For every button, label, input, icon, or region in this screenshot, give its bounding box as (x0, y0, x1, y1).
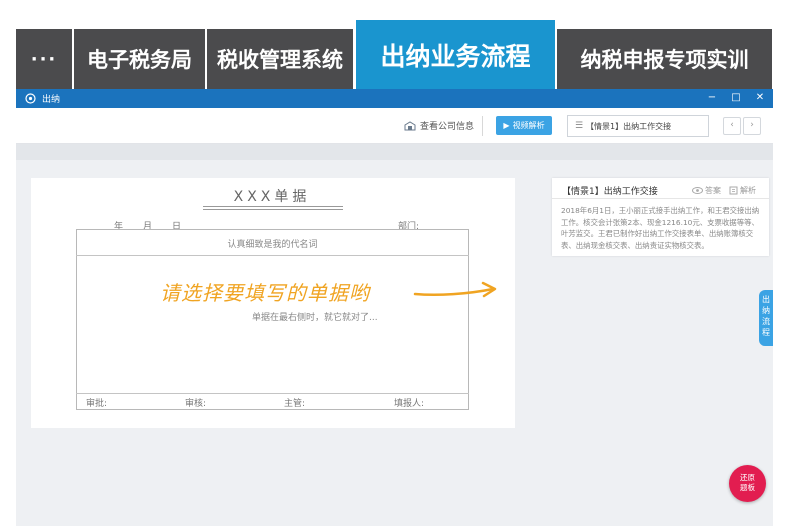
book-icon (729, 186, 738, 195)
title-underline (203, 206, 343, 207)
next-scene-button[interactable]: › (743, 117, 761, 135)
company-info-link[interactable]: 查看公司信息 (404, 119, 474, 132)
video-analysis-label: 视频解析 (512, 121, 545, 130)
prev-scene-button[interactable]: ‹ (723, 117, 741, 135)
scenario-description: 2018年6月1日，王小丽正式接手出纳工作，和王君交接出纳工作。核交会计张策2本… (561, 206, 760, 250)
window-title: 出纳 (42, 95, 61, 105)
tab-tax-management-system[interactable]: 税收管理系统 (207, 29, 353, 89)
list-icon: ☰ (574, 121, 584, 131)
scenario-title: 【情景1】出纳工作交接 (562, 187, 658, 197)
company-info-label: 查看公司信息 (420, 122, 475, 132)
restore-board-label-1: 还原 (740, 473, 755, 482)
close-button[interactable]: ✕ (754, 92, 766, 104)
scene-select[interactable]: ☰ 【情景1】出纳工作交接 (567, 115, 709, 137)
receipt-title: XXX单据 (233, 189, 311, 205)
cashier-flow-side-tab[interactable]: 出纳流程 (759, 290, 773, 346)
form-divider-bottom (76, 393, 469, 394)
form-header-hint: 认真细致是我的代名词 (227, 240, 318, 250)
sign-filer-label: 填报人: (394, 399, 425, 409)
scenario-divider (552, 198, 769, 199)
eye-icon (692, 187, 703, 194)
select-receipt-hint: 请选择要填写的单据哟 (160, 281, 370, 305)
arrow-right-icon (413, 281, 497, 298)
video-analysis-button[interactable]: ▶ 视频解析 (496, 116, 552, 135)
analysis-button[interactable]: 解析 (729, 185, 756, 196)
analysis-label: 解析 (740, 186, 756, 195)
tab-cashier-process[interactable]: 出纳业务流程 (356, 20, 555, 89)
restore-board-label-2: 题板 (740, 483, 755, 492)
answer-button[interactable]: 答案 (692, 185, 721, 196)
window-titlebar: 出纳 − □ ✕ (16, 89, 773, 108)
sign-approval-label: 审批: (86, 399, 108, 409)
form-divider-top (76, 255, 469, 256)
play-icon: ▶ (503, 121, 510, 130)
scene-select-value: 【情景1】出纳工作交接 (586, 121, 672, 131)
toolbar: 查看公司信息 ▶ 视频解析 ☰ 【情景1】出纳工作交接 ‹ › (16, 108, 773, 144)
minimize-button[interactable]: − (706, 92, 718, 104)
building-icon (404, 120, 416, 130)
restore-board-button[interactable]: 还原 题板 (729, 465, 766, 502)
toolbar-divider (482, 116, 483, 136)
receipt-location-hint: 单据在最右侧时，就它就对了... (252, 313, 378, 323)
more-tabs-button[interactable]: ··· (16, 29, 72, 89)
workspace-header-strip (16, 144, 773, 160)
answer-label: 答案 (705, 186, 721, 195)
maximize-button[interactable]: □ (730, 92, 742, 104)
sign-review-label: 审核: (185, 399, 207, 409)
app-logo-icon (25, 93, 36, 104)
sign-supervisor-label: 主管: (284, 399, 306, 409)
title-underline-double (203, 209, 343, 210)
tab-tax-filing-training[interactable]: 纳税申报专项实训 (557, 29, 772, 89)
tab-e-tax-bureau[interactable]: 电子税务局 (74, 29, 205, 89)
